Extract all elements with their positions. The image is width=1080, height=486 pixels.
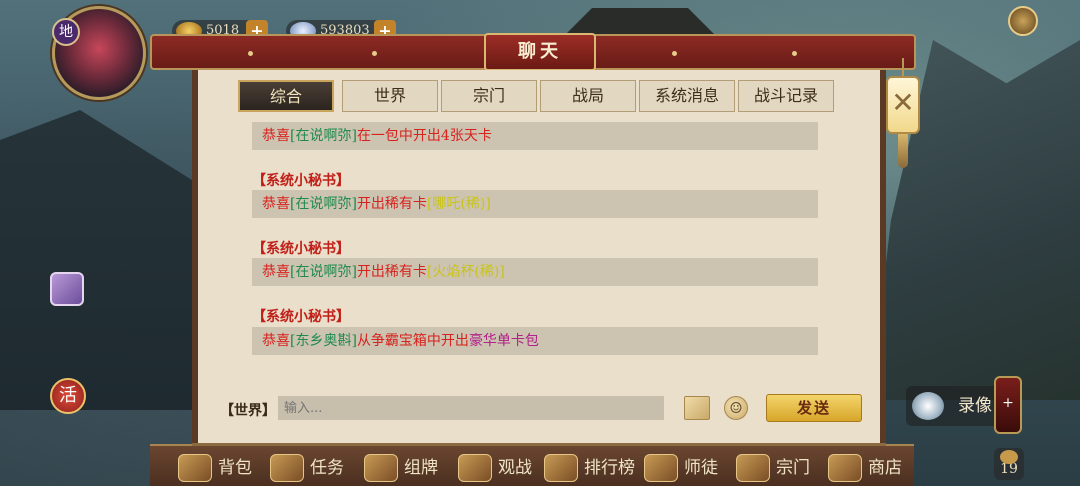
header-dot [672, 51, 677, 56]
nav-shop[interactable]: 商店 [824, 452, 902, 484]
avatar-rank-badge: 地 [52, 18, 80, 46]
nav-mentor[interactable]: 师徒 [640, 452, 718, 484]
nav-deck[interactable]: 组牌 [360, 452, 438, 484]
energy-bar[interactable]: + [994, 376, 1022, 434]
bottom-navigation: 背包 任务 组牌 观战 排行榜 师徒 宗门 商店 [150, 444, 914, 486]
close-icon[interactable]: ✕ [886, 76, 920, 134]
chat-message: 恭喜[在说啊弥]开出稀有卡[火焰杯(稀)] [252, 258, 818, 286]
replay-label: 录像 [958, 396, 992, 416]
nav-label: 组牌 [404, 458, 438, 478]
activity-icon[interactable]: 活 [50, 378, 86, 414]
message-sender: 【系统小秘书】 [252, 241, 350, 257]
chat-title: 聊天 [484, 33, 596, 71]
nav-label: 背包 [218, 458, 252, 478]
nav-spectate[interactable]: 观战 [454, 452, 532, 484]
book-icon[interactable] [684, 396, 710, 420]
message-text: 恭喜 [262, 333, 290, 349]
player-name-link[interactable]: [在说啊弥] [290, 128, 357, 144]
mentor-icon [644, 454, 678, 482]
message-sender: 【系统小秘书】 [252, 309, 350, 325]
nav-sect[interactable]: 宗门 [732, 452, 810, 484]
nav-label: 商店 [868, 458, 902, 478]
nav-label: 观战 [498, 458, 532, 478]
message-text: 开出稀有卡 [356, 264, 427, 280]
chat-message: 恭喜[在说啊弥]开出稀有卡[哪吒(稀)] [252, 190, 818, 218]
message-text: 恭喜 [262, 264, 290, 280]
nav-tasks[interactable]: 任务 [266, 452, 344, 484]
tab-system[interactable]: 系统消息 [639, 80, 735, 112]
scroll-icon [270, 454, 304, 482]
message-text: 恭喜 [262, 128, 290, 144]
chat-message: 恭喜[东乡奥斟]从争霸宝箱中开出豪华单卡包 [252, 327, 818, 355]
message-text: 恭喜 [262, 196, 290, 212]
settings-gear-icon[interactable] [1008, 6, 1038, 36]
tab-all[interactable]: 综合 [238, 80, 334, 112]
chat-tabs: 综合 世界 宗门 战局 系统消息 战斗记录 [238, 80, 838, 112]
player-name-link[interactable]: [在说啊弥] [290, 264, 357, 280]
nav-label: 宗门 [776, 458, 810, 478]
channel-selector[interactable]: 【世界】 [220, 400, 276, 420]
card-name-link[interactable]: [哪吒(稀)] [427, 196, 491, 212]
chat-message: 恭喜[在说啊弥]在一包中开出4张天卡 [252, 122, 818, 150]
level-badge: 19 [994, 448, 1024, 480]
send-button[interactable]: 发送 [766, 394, 862, 422]
nav-backpack[interactable]: 背包 [174, 452, 252, 484]
sect-icon [736, 454, 770, 482]
nav-label: 任务 [310, 458, 344, 478]
backpack-icon [178, 454, 212, 482]
item-name-link[interactable]: 豪华单卡包 [469, 333, 539, 349]
trophy-icon [544, 454, 578, 482]
nav-label: 师徒 [684, 458, 718, 478]
message-text: 在一包中开出4张天卡 [356, 128, 492, 144]
eye-icon [458, 454, 492, 482]
background-mountain-left [0, 110, 200, 410]
header-dot [372, 51, 377, 56]
lantern-tassel [898, 134, 908, 168]
tab-world[interactable]: 世界 [342, 80, 438, 112]
chat-message-list[interactable]: 恭喜[在说啊弥]在一包中开出4张天卡 【系统小秘书】 恭喜[在说啊弥]开出稀有卡… [252, 120, 818, 370]
card-name-link[interactable]: [火焰杯(稀)] [427, 264, 505, 280]
emoji-icon[interactable]: ☺ [724, 396, 748, 420]
tab-sect[interactable]: 宗门 [441, 80, 537, 112]
nav-leaderboard[interactable]: 排行榜 [540, 452, 635, 484]
cards-icon [364, 454, 398, 482]
message-text: 开出稀有卡 [356, 196, 427, 212]
chat-input[interactable] [278, 396, 664, 420]
message-sender: 【系统小秘书】 [252, 173, 350, 189]
tab-battle[interactable]: 战局 [540, 80, 636, 112]
header-dot [792, 51, 797, 56]
gift-icon[interactable] [50, 272, 84, 306]
shop-icon [828, 454, 862, 482]
camera-icon [912, 392, 944, 420]
player-name-link[interactable]: [东乡奥斟] [290, 333, 357, 349]
player-name-link[interactable]: [在说啊弥] [290, 196, 357, 212]
header-dot [248, 51, 253, 56]
tab-combat-log[interactable]: 战斗记录 [738, 80, 834, 112]
message-text: 从争霸宝箱中开出 [356, 333, 469, 349]
nav-label: 排行榜 [584, 458, 635, 478]
